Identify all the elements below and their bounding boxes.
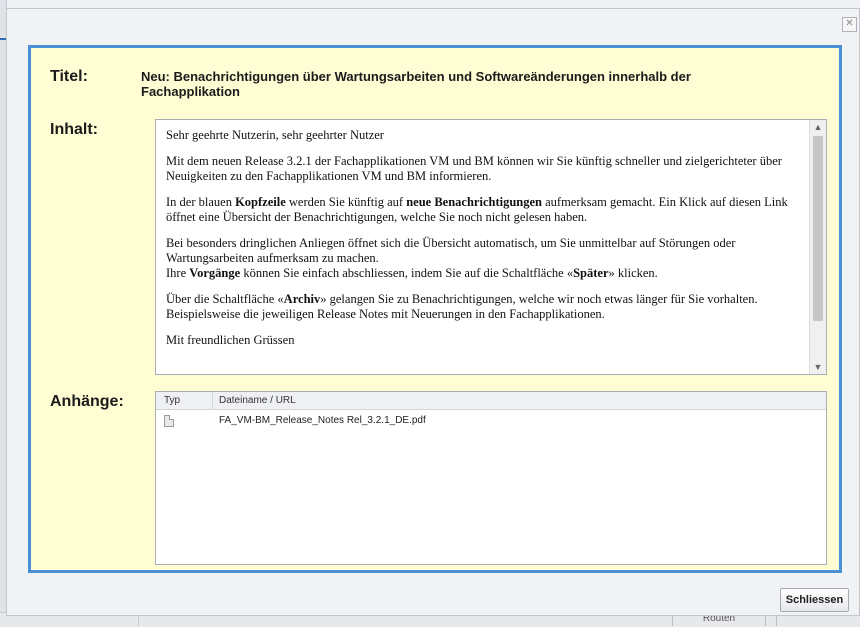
scroll-up-arrow-icon[interactable]: ▲ [810, 120, 826, 134]
bold-text: Später [573, 266, 609, 280]
content-paragraph: In der blauen Kopfzeile werden Sie künft… [166, 195, 800, 225]
notification-panel: Titel: Neu: Benachrichtigungen über Wart… [28, 45, 842, 573]
attachments-label: Anhänge: [50, 393, 124, 410]
content-greeting: Sehr geehrte Nutzerin, sehr geehrter Nut… [166, 128, 384, 142]
content-label: Inhalt: [50, 121, 98, 138]
column-header-filename[interactable]: Dateiname / URL [219, 395, 296, 406]
text-span: können Sie einfach abschliessen, indem S… [240, 266, 574, 280]
column-header-type[interactable]: Typ [164, 395, 180, 406]
text-span: Ihre [166, 266, 190, 280]
content-paragraph: Mit dem neuen Release 3.2.1 der Fachappl… [166, 154, 782, 183]
column-divider [212, 392, 213, 409]
text-span: Über die Schaltfläche « [166, 292, 284, 306]
pdf-file-icon [164, 415, 174, 427]
content-closing: Mit freundlichen Grüssen [166, 333, 295, 347]
close-icon[interactable]: ✕ [842, 17, 857, 32]
text-span: werden Sie künftig auf [285, 195, 407, 209]
bold-text: Vorgänge [189, 266, 241, 280]
text-span: In der blauen [166, 195, 236, 209]
attachment-row[interactable]: FA_VM-BM_Release_Notes Rel_3.2.1_DE.pdf [156, 410, 826, 432]
bold-text: neue Benachrichtigungen [406, 195, 542, 209]
text-span: » klicken. [608, 266, 658, 280]
close-button[interactable]: Schliessen [780, 588, 849, 612]
text-span: Bei besonders dringlichen Anliegen öffne… [166, 236, 736, 265]
attachments-header: Typ Dateiname / URL [156, 392, 826, 410]
bold-text: Kopfzeile [235, 195, 286, 209]
bold-text: Archiv [283, 292, 321, 306]
notification-title: Neu: Benachrichtigungen über Wartungsarb… [141, 69, 691, 99]
scroll-down-arrow-icon[interactable]: ▼ [810, 360, 826, 374]
content-scrollbar[interactable]: ▲ ▼ [809, 120, 826, 374]
notification-dialog: ✕ Titel: Neu: Benachrichtigungen über Wa… [6, 8, 860, 616]
attachment-filename[interactable]: FA_VM-BM_Release_Notes Rel_3.2.1_DE.pdf [219, 415, 426, 426]
title-label: Titel: [50, 68, 88, 85]
content-paragraph: Über die Schaltfläche «Archiv» gelangen … [166, 292, 800, 322]
attachments-table: Typ Dateiname / URL FA_VM-BM_Release_Not… [155, 391, 827, 565]
content-textarea[interactable]: Sehr geehrte Nutzerin, sehr geehrter Nut… [155, 119, 827, 375]
scroll-thumb[interactable] [813, 136, 823, 321]
content-paragraph: Bei besonders dringlichen Anliegen öffne… [166, 236, 800, 281]
content-text: Sehr geehrte Nutzerin, sehr geehrter Nut… [156, 120, 826, 348]
